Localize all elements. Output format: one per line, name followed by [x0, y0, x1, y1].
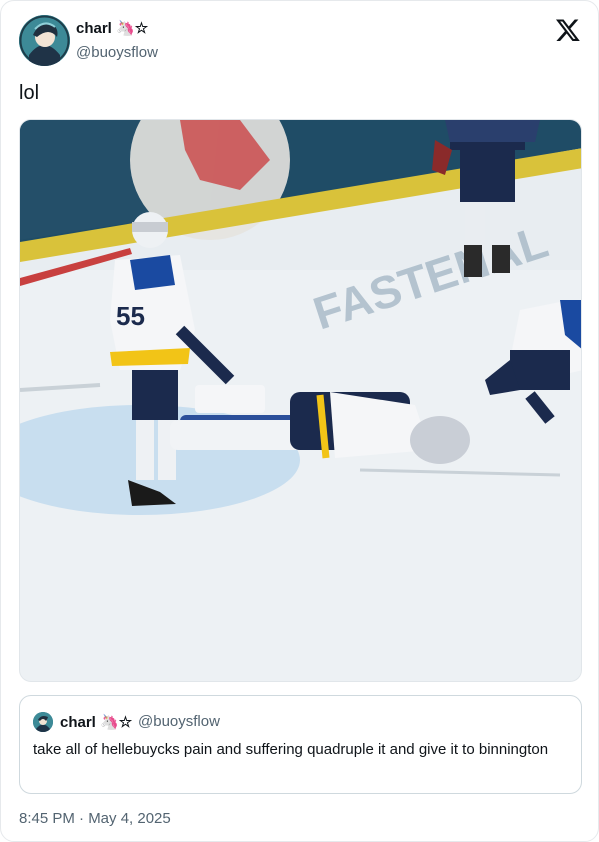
author-avatar[interactable]	[19, 15, 70, 66]
quoted-author-handle: @buoysflow	[138, 713, 220, 730]
author-handle[interactable]: @buoysflow	[76, 44, 158, 61]
tweet-timestamp[interactable]: 8:45 PM · May 4, 2025	[19, 810, 171, 827]
quoted-author-avatar	[33, 712, 53, 732]
hockey-scene-image: FASTENAL 55	[20, 120, 581, 681]
quoted-author-name: charl 🦄☆	[60, 714, 133, 731]
x-logo-icon[interactable]	[555, 17, 581, 43]
quoted-tweet[interactable]: charl 🦄☆ @buoysflow take all of hellebuy…	[19, 695, 582, 794]
tweet-text: lol	[19, 82, 40, 104]
author-name[interactable]: charl 🦄☆	[76, 19, 148, 37]
jersey-number: 55	[116, 301, 145, 331]
quoted-avatar-image	[33, 712, 53, 732]
avatar-image	[19, 15, 70, 66]
tweet-card: charl 🦄☆ @buoysflow lol FASTENAL 55 char…	[0, 0, 599, 842]
quoted-tweet-text: take all of hellebuycks pain and sufferi…	[33, 741, 549, 758]
tweet-media-video-frame[interactable]: FASTENAL 55	[19, 119, 582, 682]
